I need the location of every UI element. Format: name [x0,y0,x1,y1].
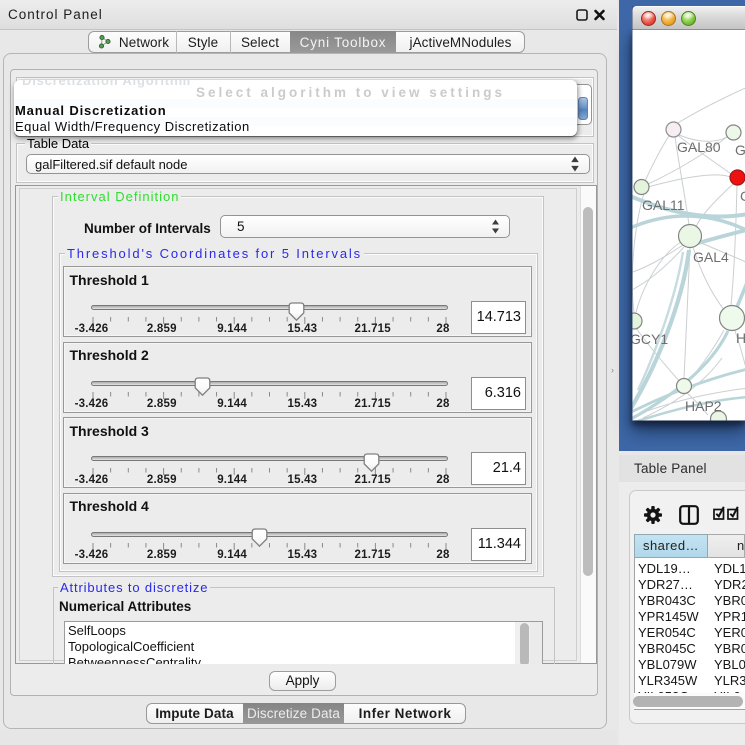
svg-text:GAL11: GAL11 [642,197,685,213]
svg-text:GAL4: GAL4 [693,249,729,265]
svg-text:GA: GA [735,142,745,158]
svg-text:H: H [736,330,745,346]
svg-text:GAL80: GAL80 [677,139,721,155]
svg-text:C: C [740,188,745,204]
svg-text:HAP2: HAP2 [685,398,722,414]
svg-text:GCY1: GCY1 [632,331,668,347]
